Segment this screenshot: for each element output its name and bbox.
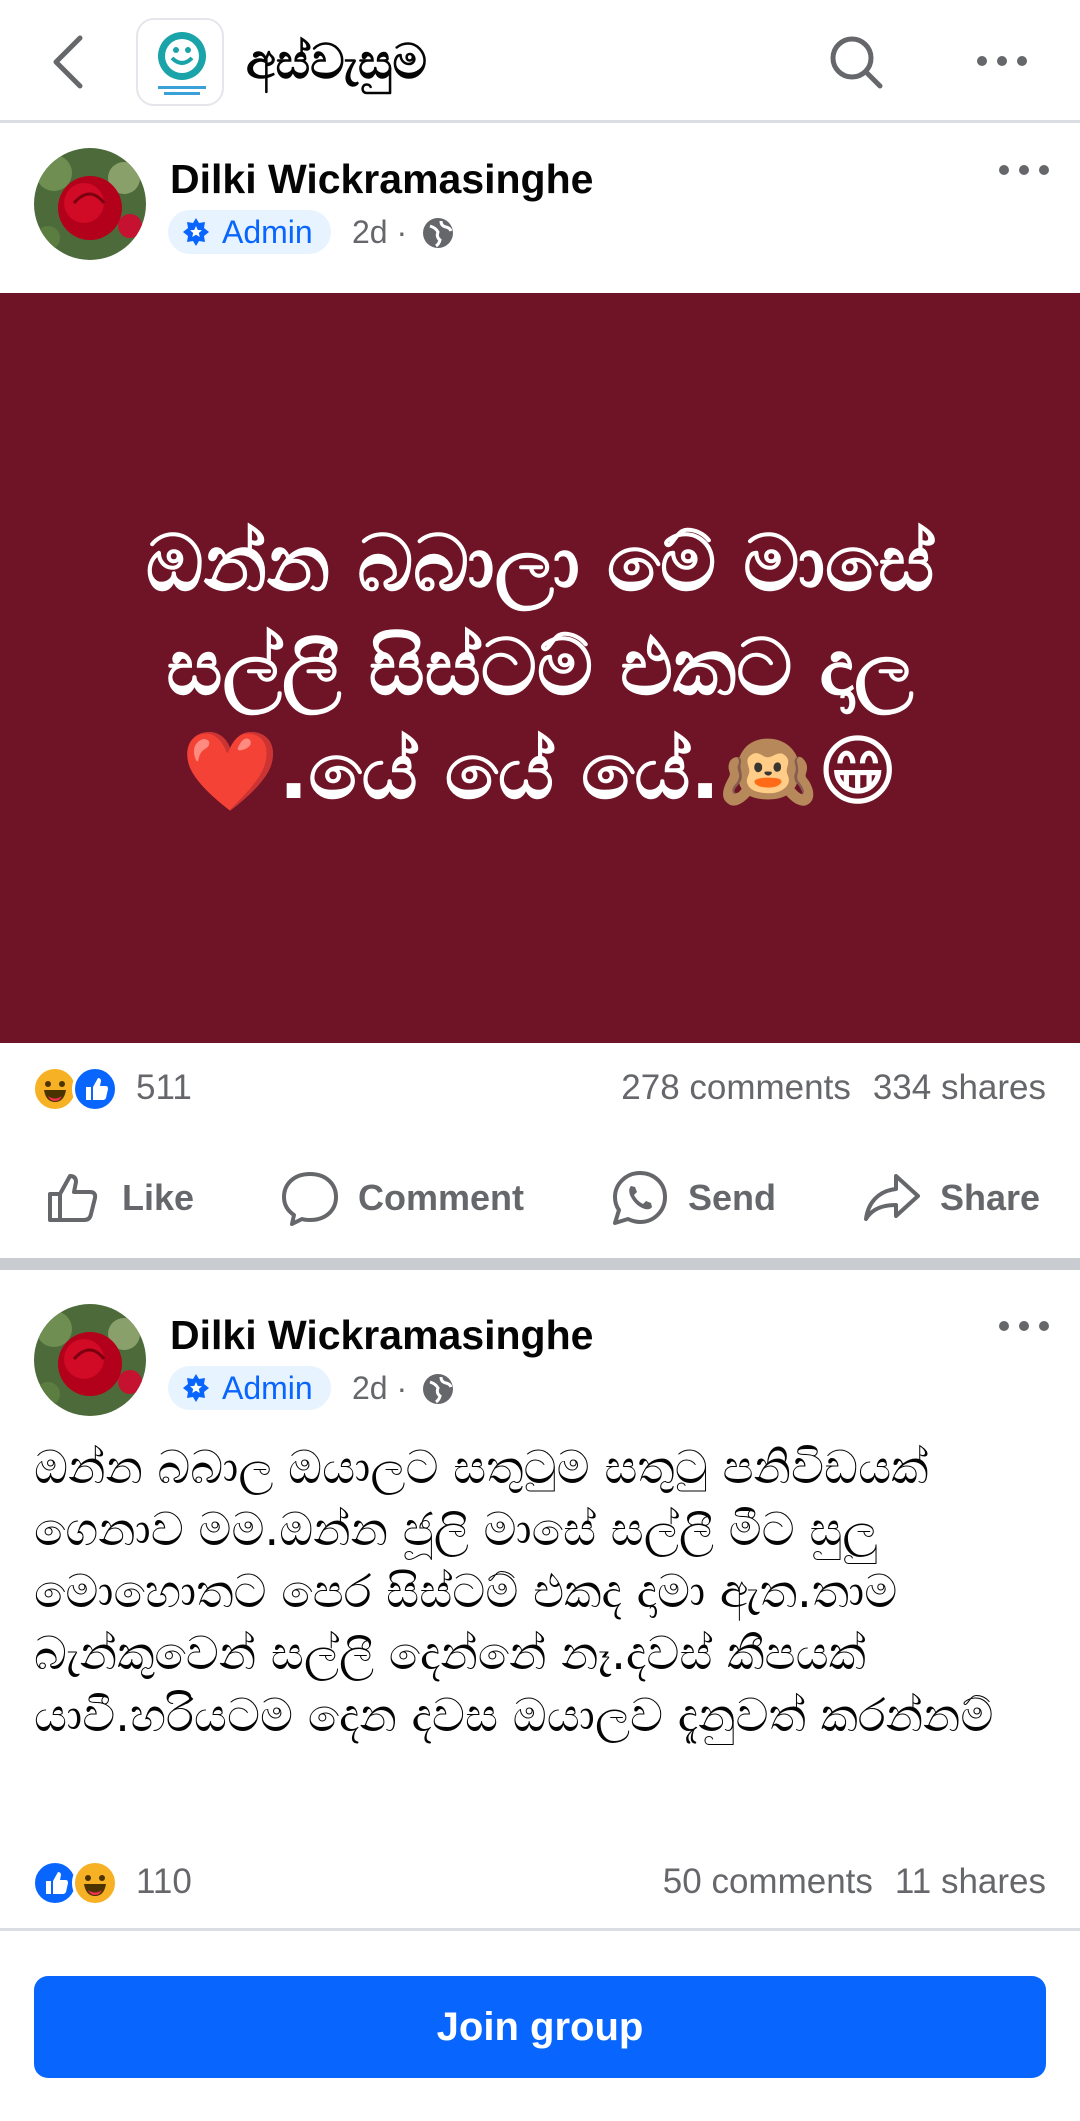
comments-shares: 278 comments 334 shares [621,1068,1046,1108]
top-app-bar: අස්වැසුම [0,0,1080,123]
like-reaction-icon [72,1066,118,1112]
post-time[interactable]: 2d · [352,1370,455,1407]
comments-count[interactable]: 278 comments [621,1068,851,1107]
admin-star-icon [183,1374,209,1402]
reaction-icons[interactable] [32,1066,118,1112]
author-name[interactable]: Dilki Wickramasinghe [170,156,593,203]
reaction-count[interactable]: 110 [136,1862,192,1902]
shares-count[interactable]: 334 shares [873,1068,1046,1107]
shares-count[interactable]: 11 shares [895,1862,1046,1901]
post-more-icon[interactable] [994,1314,1054,1338]
reactions-bar: 110 50 comments 11 shares [0,1848,1080,1918]
post-time-text: 2d · [352,214,408,250]
comments-count[interactable]: 50 comments [663,1862,873,1901]
author-name[interactable]: Dilki Wickramasinghe [170,1312,593,1359]
chevron-left-icon[interactable] [44,30,94,94]
post-text: ඔන්න බබාලා මේ මාසේ සල්ලී සිස්ටම් එකට දාල… [145,519,935,817]
search-icon[interactable] [826,32,886,92]
comment-button[interactable]: Comment [280,1150,524,1246]
avatar[interactable] [34,1304,146,1416]
haha-reaction-icon [72,1860,118,1906]
post-time[interactable]: 2d · [352,214,455,251]
reaction-icons[interactable] [32,1860,118,1906]
admin-badge-label: Admin [222,213,313,250]
comment-icon [282,1172,338,1226]
reactions-bar: 511 278 comments 334 shares [0,1054,1080,1124]
share-button[interactable]: Share [862,1150,1040,1246]
reaction-count[interactable]: 511 [136,1068,192,1108]
bottom-divider [0,1928,1080,1931]
admin-star-icon [183,218,209,246]
like-icon [48,1174,98,1222]
background-text-post[interactable]: ඔන්න බබාලා මේ මාසේ සල්ලී සිස්ටම් එකට දාල… [0,293,1080,1043]
comment-label: Comment [358,1177,525,1218]
share-label: Share [940,1177,1041,1218]
admin-badge: Admin [168,1366,331,1410]
whatsapp-icon [613,1171,667,1225]
group-logo[interactable] [136,18,224,106]
post-header: Dilki Wickramasinghe Admin 2d · [0,1282,1080,1452]
group-name[interactable]: අස්වැසුම [246,30,427,94]
like-label: Like [122,1177,195,1218]
send-button[interactable]: Send [610,1150,776,1246]
share-icon [864,1174,920,1221]
post-divider [0,1258,1080,1270]
join-group-button[interactable]: Join group [34,1976,1046,2078]
like-button[interactable]: Like [44,1150,194,1246]
post-time-text: 2d · [352,1370,408,1406]
more-horizontal-icon[interactable] [972,46,1032,76]
comments-shares: 50 comments 11 shares [663,1862,1046,1902]
send-label: Send [688,1177,777,1218]
post-more-icon[interactable] [994,158,1054,182]
admin-badge-label: Admin [222,1369,313,1406]
post-text[interactable]: ඔන්න බබාල ඔයාලට සතුටුම සතුටු පනිවිඩයක් ග… [34,1436,1046,1746]
globe-icon [423,217,454,248]
avatar[interactable] [34,148,146,260]
post-header: Dilki Wickramasinghe Admin 2d · [0,126,1080,296]
globe-icon [423,1373,454,1404]
admin-badge: Admin [168,210,331,254]
post-actions: Like Comment Send Share [0,1150,1080,1246]
